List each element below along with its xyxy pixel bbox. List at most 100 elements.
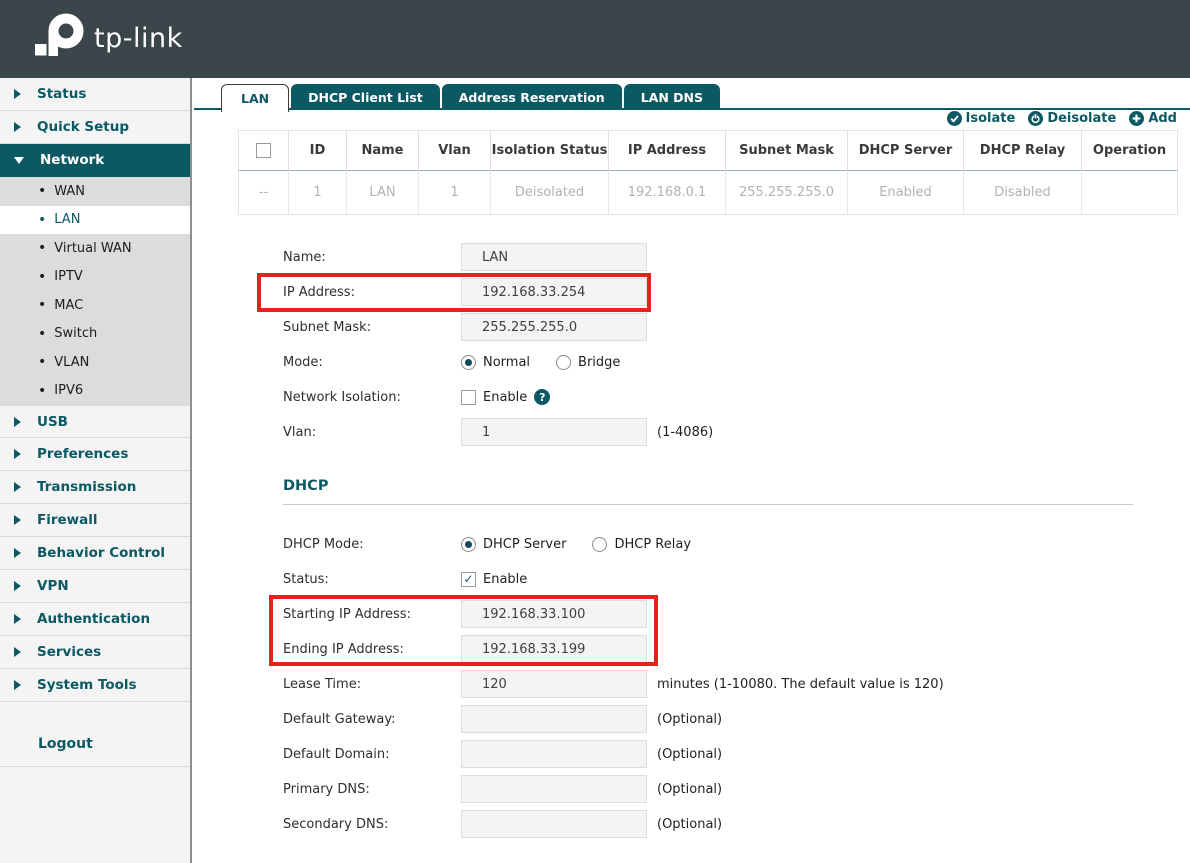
- tab-address-reservation[interactable]: Address Reservation: [442, 84, 622, 110]
- isolate-button[interactable]: Isolate: [947, 111, 1016, 126]
- column-header-vlan: Vlan: [419, 131, 491, 171]
- chevron-right-icon: [14, 647, 21, 657]
- select-all-header: [239, 131, 289, 171]
- column-header-dhcp-server: DHCP Server: [848, 131, 964, 171]
- sidebar-item-network[interactable]: Network: [0, 144, 190, 177]
- network-submenu: •WAN •LAN •Virtual WAN •IPTV •MAC •Switc…: [0, 177, 190, 405]
- mode-normal-label: Normal: [483, 355, 530, 370]
- secondary-dns-label: Secondary DNS:: [283, 817, 461, 832]
- chevron-right-icon: [14, 417, 21, 427]
- column-header-id: ID: [289, 131, 347, 171]
- sidebar-subitem-lan[interactable]: •LAN: [0, 206, 190, 235]
- default-domain-field[interactable]: [461, 740, 647, 768]
- name-field[interactable]: [461, 243, 647, 271]
- chevron-down-icon: [14, 157, 24, 164]
- plus-circle-icon: [1129, 111, 1144, 126]
- dhcp-relay-radio[interactable]: [592, 537, 607, 552]
- sidebar-subitem-vlan[interactable]: •VLAN: [0, 348, 190, 377]
- default-gateway-label: Default Gateway:: [283, 712, 461, 727]
- check-circle-icon: [947, 111, 962, 126]
- bullet-icon: •: [38, 212, 46, 228]
- secondary-dns-field[interactable]: [461, 810, 647, 838]
- deisolate-button[interactable]: Deisolate: [1028, 111, 1116, 126]
- bullet-icon: •: [38, 383, 46, 399]
- dhcp-status-row: Status: Enable: [283, 565, 1170, 593]
- default-gateway-hint: (Optional): [657, 712, 722, 727]
- lan-table: ID Name Vlan Isolation Status IP Address…: [238, 130, 1178, 215]
- help-icon[interactable]: ?: [534, 389, 550, 405]
- dhcp-relay-label: DHCP Relay: [614, 537, 691, 552]
- sidebar-subitem-iptv[interactable]: •IPTV: [0, 263, 190, 292]
- column-header-ip-address: IP Address: [609, 131, 726, 171]
- sidebar-subitem-virtual-wan[interactable]: •Virtual WAN: [0, 234, 190, 263]
- column-header-operation: Operation: [1082, 131, 1178, 171]
- vlan-field[interactable]: [461, 418, 647, 446]
- mode-row: Mode: Normal Bridge: [283, 348, 1170, 376]
- sidebar-subitem-wan[interactable]: •WAN: [0, 177, 190, 206]
- column-header-dhcp-relay: DHCP Relay: [964, 131, 1082, 171]
- primary-dns-hint: (Optional): [657, 782, 722, 797]
- sidebar-subitem-mac[interactable]: •MAC: [0, 291, 190, 320]
- default-domain-row: Default Domain: (Optional): [283, 740, 1170, 768]
- secondary-dns-hint: (Optional): [657, 817, 722, 832]
- sidebar-item-status[interactable]: Status: [0, 78, 190, 111]
- action-bar: Isolate Deisolate Add: [947, 111, 1177, 126]
- cell-id: 1: [289, 171, 347, 215]
- lease-time-hint: minutes (1-10080. The default value is 1…: [657, 677, 944, 692]
- dhcp-mode-label: DHCP Mode:: [283, 537, 461, 552]
- sidebar-item-quick-setup[interactable]: Quick Setup: [0, 111, 190, 144]
- sidebar-item-authentication[interactable]: Authentication: [0, 603, 190, 636]
- sidebar-item-system-tools[interactable]: System Tools: [0, 669, 190, 702]
- sidebar-item-vpn[interactable]: VPN: [0, 570, 190, 603]
- sidebar-item-behavior-control[interactable]: Behavior Control: [0, 537, 190, 570]
- dhcp-status-checkbox[interactable]: [461, 572, 476, 587]
- ip-address-field[interactable]: [461, 278, 647, 306]
- mode-bridge-radio[interactable]: [556, 355, 571, 370]
- sidebar-item-preferences[interactable]: Preferences: [0, 438, 190, 471]
- dhcp-status-enable-label: Enable: [483, 572, 527, 587]
- app-root: tp-link Status Quick Setup Network •WAN …: [0, 0, 1190, 863]
- default-gateway-field[interactable]: [461, 705, 647, 733]
- tab-lan-dns[interactable]: LAN DNS: [624, 84, 720, 110]
- secondary-dns-row: Secondary DNS: (Optional): [283, 810, 1170, 838]
- chevron-right-icon: [14, 89, 21, 99]
- sidebar-subitem-switch[interactable]: •Switch: [0, 320, 190, 349]
- select-all-checkbox[interactable]: [256, 143, 271, 158]
- ending-ip-field[interactable]: [461, 635, 647, 663]
- vlan-hint: (1-4086): [657, 425, 713, 440]
- network-isolation-checkbox[interactable]: [461, 390, 476, 405]
- column-header-subnet-mask: Subnet Mask: [726, 131, 848, 171]
- bullet-icon: •: [38, 297, 46, 313]
- sidebar-item-services[interactable]: Services: [0, 636, 190, 669]
- subnet-mask-field[interactable]: [461, 313, 647, 341]
- dhcp-server-label: DHCP Server: [483, 537, 566, 552]
- network-isolation-row: Network Isolation: Enable ?: [283, 383, 1170, 411]
- primary-dns-field[interactable]: [461, 775, 647, 803]
- ending-ip-row: Ending IP Address:: [283, 635, 1170, 663]
- sidebar-item-firewall[interactable]: Firewall: [0, 504, 190, 537]
- lease-time-field[interactable]: [461, 670, 647, 698]
- dhcp-section-title: DHCP: [283, 478, 1133, 505]
- ip-address-row: IP Address:: [283, 278, 1170, 306]
- subnet-mask-label: Subnet Mask:: [283, 320, 461, 335]
- bullet-icon: •: [38, 354, 46, 370]
- mode-normal-radio[interactable]: [461, 355, 476, 370]
- sidebar-item-usb[interactable]: USB: [0, 405, 190, 438]
- cell-select: --: [239, 171, 289, 215]
- sidebar-item-transmission[interactable]: Transmission: [0, 471, 190, 504]
- dhcp-section-header: DHCP: [283, 478, 1133, 505]
- sidebar-subitem-ipv6[interactable]: •IPV6: [0, 377, 190, 406]
- starting-ip-field[interactable]: [461, 600, 647, 628]
- tp-link-logo: tp-link: [30, 12, 183, 64]
- tab-dhcp-client-list[interactable]: DHCP Client List: [291, 84, 440, 110]
- chevron-right-icon: [14, 482, 21, 492]
- column-header-isolation-status: Isolation Status: [491, 131, 609, 171]
- logout-link[interactable]: Logout: [0, 728, 190, 767]
- bullet-icon: •: [38, 240, 46, 256]
- add-button[interactable]: Add: [1129, 111, 1177, 126]
- chevron-right-icon: [14, 548, 21, 558]
- tab-bar: LAN DHCP Client List Address Reservation…: [221, 84, 720, 110]
- tab-lan[interactable]: LAN: [221, 84, 289, 112]
- dhcp-server-radio[interactable]: [461, 537, 476, 552]
- ip-address-label: IP Address:: [283, 285, 461, 300]
